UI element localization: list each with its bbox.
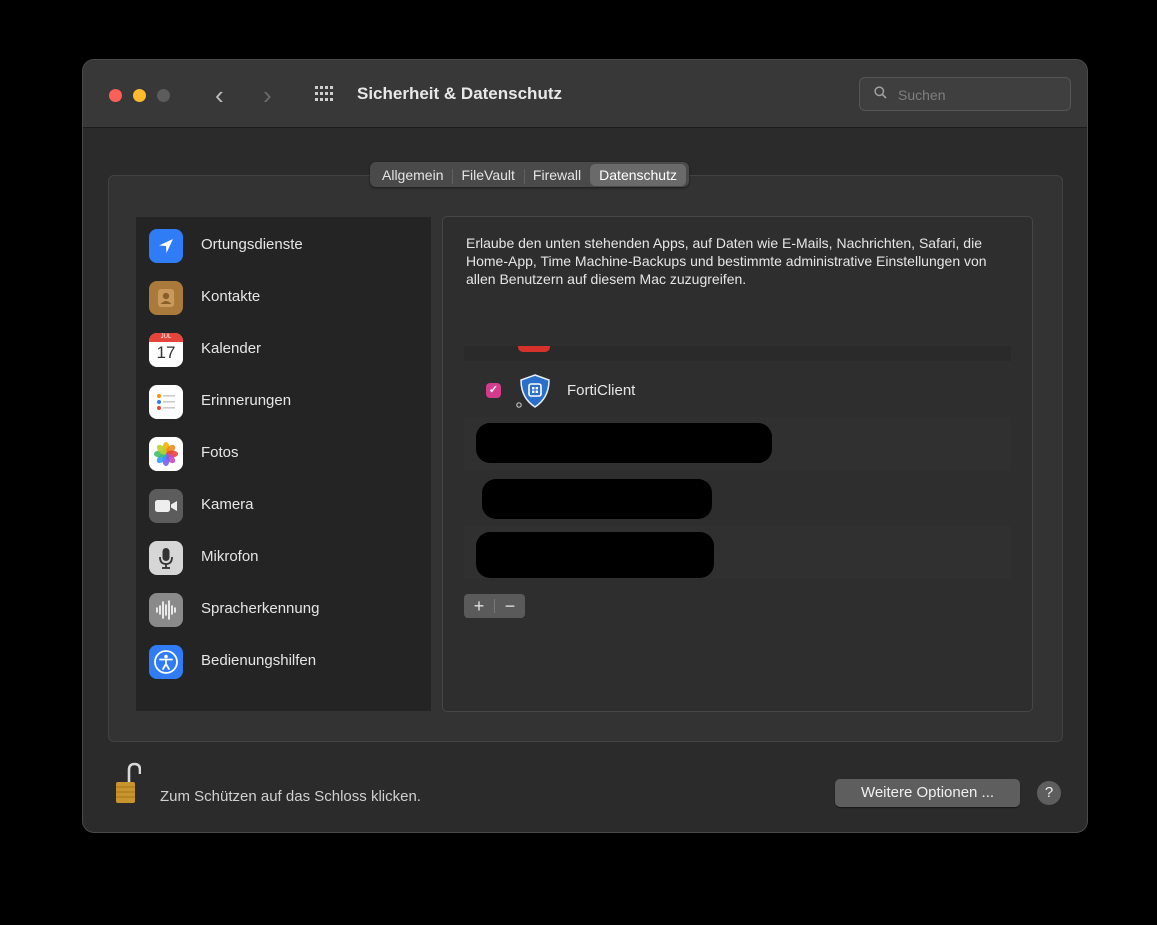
privacy-description: Erlaube den unten stehenden Apps, auf Da… bbox=[466, 235, 987, 287]
list-item-redacted[interactable] bbox=[464, 526, 1011, 579]
tab-bar: Allgemein FileVault Firewall Datenschutz bbox=[370, 162, 689, 187]
remove-app-button[interactable]: − bbox=[495, 594, 525, 618]
reminders-icon bbox=[149, 385, 183, 419]
help-button[interactable]: ? bbox=[1037, 781, 1061, 805]
title-bar: ‹ › Sicherheit & Datenschutz bbox=[83, 60, 1087, 128]
sidebar-item-kamera[interactable]: Kamera bbox=[149, 485, 419, 525]
lock-hint: Zum Schützen auf das Schloss klicken. bbox=[160, 788, 421, 805]
sidebar-item-label: Kalender bbox=[201, 340, 262, 357]
app-icon-partial bbox=[518, 346, 550, 352]
accessibility-icon bbox=[149, 645, 183, 679]
tab-filevault[interactable]: FileVault bbox=[452, 164, 523, 186]
forticlient-checkbox[interactable]: ✓ bbox=[486, 383, 501, 398]
search-field[interactable] bbox=[859, 77, 1071, 111]
app-name: FortiClient bbox=[567, 382, 636, 399]
sidebar-item-spracherkennung[interactable]: Spracherkennung bbox=[149, 589, 419, 629]
unlocked-padlock-icon[interactable] bbox=[115, 760, 141, 808]
camera-icon bbox=[149, 489, 183, 523]
forticlient-shield-icon bbox=[516, 374, 550, 408]
sidebar-item-kontakte[interactable]: Kontakte bbox=[149, 277, 419, 317]
list-item-partial bbox=[464, 346, 1011, 361]
back-button[interactable]: ‹ bbox=[215, 80, 224, 110]
sidebar-item-label: Spracherkennung bbox=[201, 600, 320, 617]
location-arrow-icon bbox=[149, 229, 183, 263]
settings-window: ‹ › Sicherheit & Datenschutz Allgemein F… bbox=[82, 59, 1088, 833]
redaction-mark bbox=[476, 532, 714, 578]
redaction-mark bbox=[476, 423, 772, 463]
list-item-redacted[interactable] bbox=[464, 417, 1011, 471]
microphone-icon bbox=[149, 541, 183, 575]
window-title: Sicherheit & Datenschutz bbox=[357, 84, 562, 103]
sidebar-item-mikrofon[interactable]: Mikrofon bbox=[149, 537, 419, 577]
search-icon bbox=[874, 86, 887, 99]
calendar-icon: JUL 17 bbox=[149, 333, 183, 367]
redaction-mark bbox=[482, 479, 712, 519]
sidebar-item-bedienungshilfen[interactable]: Bedienungshilfen bbox=[149, 641, 419, 681]
app-list[interactable]: ✓ FortiClient bbox=[464, 346, 1011, 579]
sidebar-item-fotos[interactable]: Fotos bbox=[149, 433, 419, 473]
more-options-button[interactable]: Weitere Optionen ... bbox=[835, 779, 1020, 807]
tab-firewall[interactable]: Firewall bbox=[523, 164, 590, 186]
zoom-button[interactable] bbox=[157, 89, 170, 102]
sidebar-item-label: Kontakte bbox=[201, 288, 261, 305]
close-button[interactable] bbox=[109, 89, 122, 102]
calendar-month: JUL bbox=[149, 333, 183, 342]
add-remove-control: + − bbox=[464, 594, 525, 618]
sidebar-item-label: Mikrofon bbox=[201, 548, 259, 565]
forward-button[interactable]: › bbox=[263, 80, 272, 110]
waveform-icon bbox=[149, 593, 183, 627]
list-item-redacted[interactable] bbox=[464, 471, 1011, 526]
privacy-detail-panel: Erlaube den unten stehenden Apps, auf Da… bbox=[442, 216, 1033, 712]
calendar-day: 17 bbox=[156, 343, 176, 362]
privacy-category-list: Ortungsdienste Kontakte JUL 17 Kalender bbox=[136, 217, 431, 711]
tab-allgemein[interactable]: Allgemein bbox=[373, 164, 452, 186]
sidebar-item-kalender[interactable]: JUL 17 Kalender bbox=[149, 329, 419, 369]
sidebar-item-label: Kamera bbox=[201, 496, 254, 513]
sidebar-item-label: Bedienungshilfen bbox=[201, 652, 317, 669]
photos-icon bbox=[149, 437, 183, 471]
list-item[interactable]: ✓ FortiClient bbox=[464, 361, 1011, 417]
sidebar-item-ortungsdienste[interactable]: Ortungsdienste bbox=[149, 225, 419, 265]
contacts-icon bbox=[149, 281, 183, 315]
search-input[interactable] bbox=[896, 84, 1060, 106]
add-app-button[interactable]: + bbox=[464, 594, 494, 618]
sidebar-item-erinnerungen[interactable]: Erinnerungen bbox=[149, 381, 419, 421]
sidebar-item-label: Ortungsdienste bbox=[201, 236, 303, 253]
minimize-button[interactable] bbox=[133, 89, 146, 102]
sidebar-item-label: Erinnerungen bbox=[201, 392, 292, 409]
sidebar-item-label: Fotos bbox=[201, 444, 239, 461]
show-all-grid-icon[interactable] bbox=[315, 84, 335, 104]
tab-datenschutz[interactable]: Datenschutz bbox=[590, 163, 686, 186]
